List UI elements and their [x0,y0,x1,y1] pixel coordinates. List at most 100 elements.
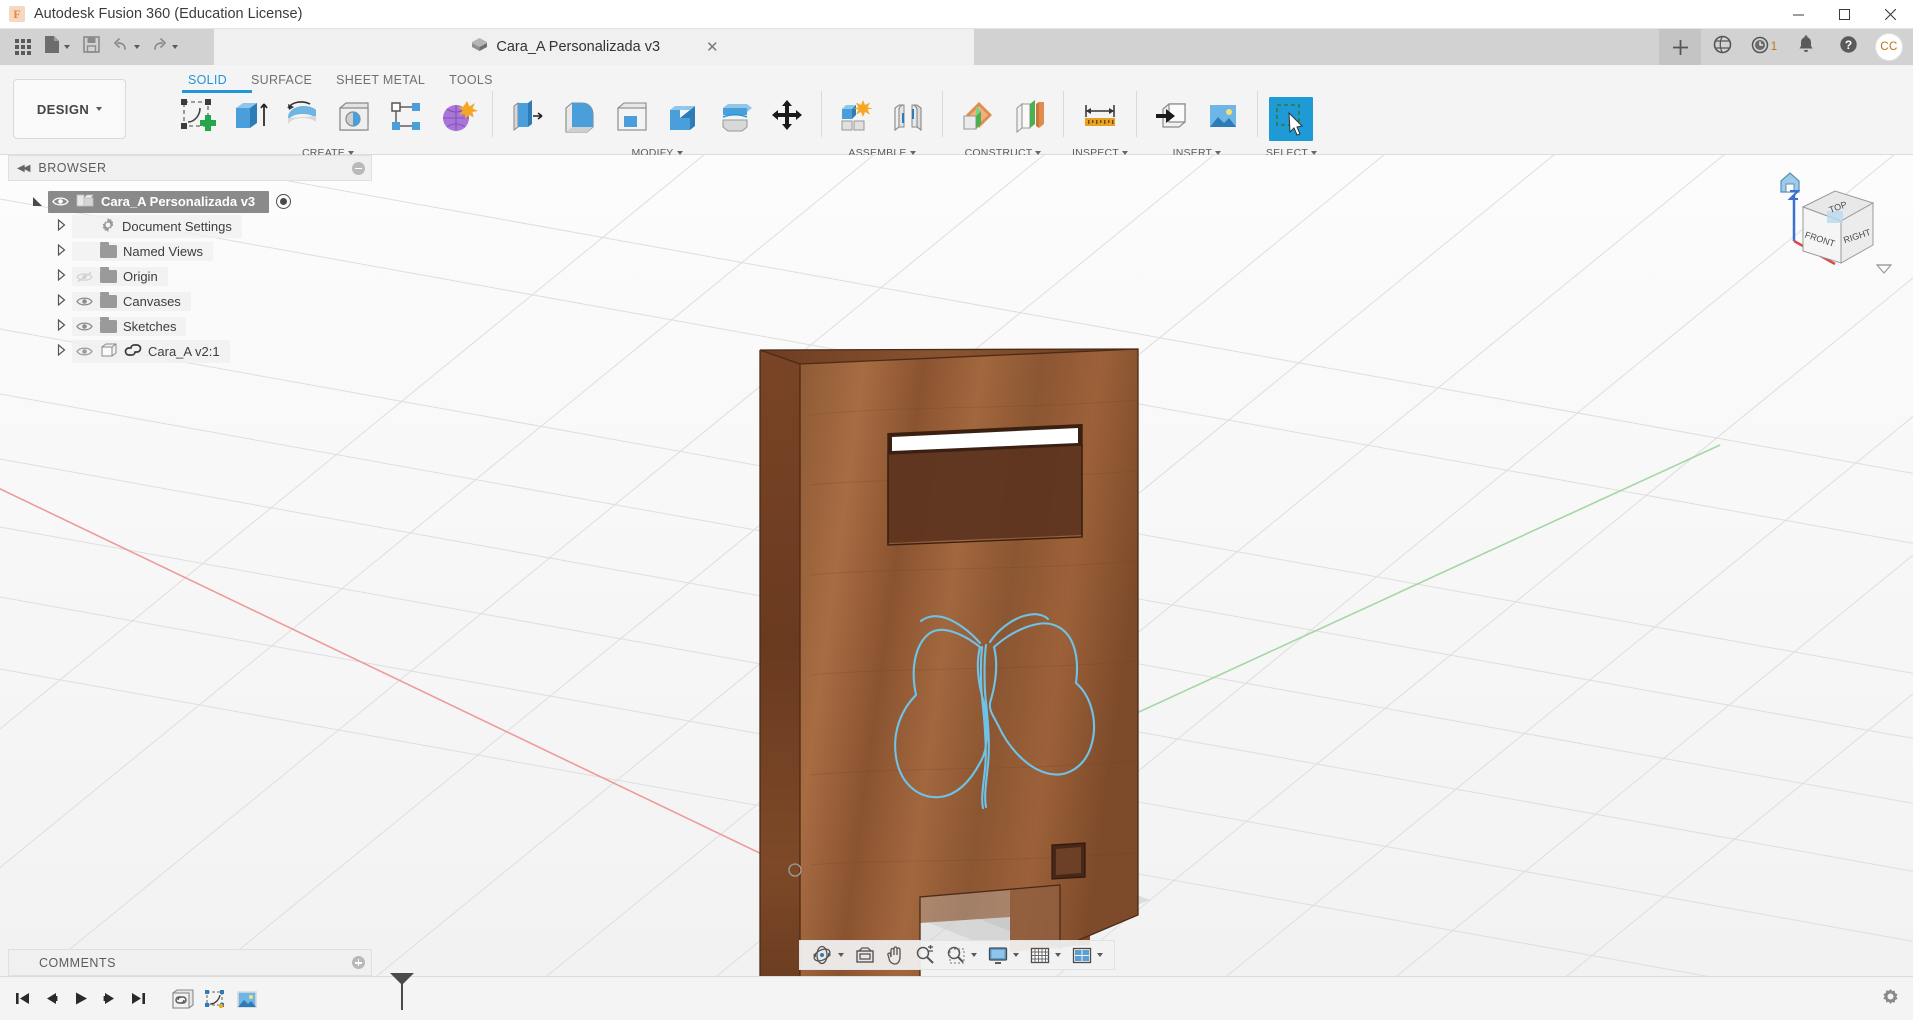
timeline-marker[interactable] [401,980,403,1010]
notifications-button[interactable] [1785,29,1827,65]
fusion-logo-icon [9,6,25,22]
tree-row-cara-a-body[interactable]: Cara_A v2:1 [8,339,380,364]
tree-item-label: Origin [123,269,158,284]
window-minimize-button[interactable] [1775,0,1821,29]
insert-derive-tool[interactable] [1145,91,1197,141]
new-component-tool[interactable] [830,91,882,141]
chevron-down-icon [1013,953,1019,957]
tree-row-named-views[interactable]: Named Views [8,239,380,264]
eye-visible-icon[interactable] [74,346,94,357]
twisty-closed-icon[interactable] [50,244,72,259]
window-close-button[interactable] [1867,0,1913,29]
tree-item-document-settings[interactable]: Document Settings [72,215,242,238]
timeline-feature-canvas[interactable] [233,986,261,1012]
workspace-selector[interactable]: DESIGN [13,79,126,139]
new-tab-button[interactable] [1659,29,1701,65]
tree-row-document-settings[interactable]: Document Settings [8,214,380,239]
workspace-label: DESIGN [37,102,89,117]
tree-row-component[interactable]: Cara_A Personalizada v3 [8,189,380,214]
eye-visible-icon[interactable] [74,296,94,307]
extrude-tool[interactable] [224,91,276,141]
display-settings-tool[interactable] [983,942,1024,968]
document-tab-close-button[interactable]: ✕ [706,38,719,56]
panel-select: SELECT [1264,91,1319,159]
new-document-button[interactable] [40,32,74,62]
tree-row-sketches[interactable]: Sketches [8,314,380,339]
fit-tool[interactable] [941,942,982,968]
timeline-feature-sketch[interactable] [201,986,229,1012]
job-status-button[interactable]: 1 [1743,29,1785,65]
timeline-settings-button[interactable] [1880,988,1901,1014]
measure-tool[interactable] [1074,91,1126,141]
eye-visible-icon[interactable] [50,196,70,207]
tab-tools[interactable]: TOOLS [437,71,505,89]
twisty-closed-icon[interactable] [50,219,72,234]
eye-visible-icon[interactable] [74,321,94,332]
redo-button[interactable] [146,32,182,62]
add-comment-icon[interactable] [352,956,365,969]
twisty-closed-icon[interactable] [50,294,72,309]
press-pull-tool[interactable] [501,91,553,141]
pan-tool[interactable] [881,942,909,968]
tree-item-cara-a-v2[interactable]: Cara_A v2:1 [72,340,230,363]
extensions-button[interactable] [1701,29,1743,65]
comments-panel[interactable]: COMMENTS [8,949,372,976]
fillet-tool[interactable] [553,91,605,141]
avatar[interactable]: CC [1875,33,1903,61]
tree-item-sketches[interactable]: Sketches [72,317,186,336]
revolve-tool[interactable] [276,91,328,141]
document-tab[interactable]: Cara_A Personalizada v3 ✕ [214,29,974,65]
minimize-icon[interactable] [352,162,365,175]
chevron-down-icon [172,45,178,49]
create-sketch-tool[interactable] [172,91,224,141]
undo-button[interactable] [108,32,144,62]
zoom-tool[interactable] [910,942,940,968]
twisty-closed-icon[interactable] [50,319,72,334]
activate-component-radio[interactable] [276,194,291,209]
chevron-down-icon [134,45,140,49]
tree-row-canvases[interactable]: Canvases [8,289,380,314]
look-at-tool[interactable] [850,942,880,968]
tab-solid[interactable]: SOLID [176,71,239,89]
help-button[interactable]: ? [1827,29,1869,65]
tree-item-canvases[interactable]: Canvases [72,292,191,311]
tree-item-origin[interactable]: Origin [72,267,168,286]
tree-row-origin[interactable]: Origin [8,264,380,289]
insert-canvas-tool[interactable] [1197,91,1249,141]
hole-tool[interactable] [328,91,380,141]
shell-tool[interactable] [605,91,657,141]
move-copy-tool[interactable] [761,91,813,141]
joint-tool[interactable] [882,91,934,141]
tab-surface[interactable]: SURFACE [239,71,324,89]
offset-plane-tool[interactable] [951,91,1003,141]
viewports-tool[interactable] [1067,942,1108,968]
collapse-left-icon[interactable]: ◀◀ [17,163,28,174]
app-grid-button[interactable] [8,32,38,62]
twisty-open-icon[interactable] [26,195,48,208]
tab-sheet-metal[interactable]: SHEET METAL [324,71,437,89]
eye-hidden-icon[interactable] [74,271,94,283]
timeline-step-forward[interactable] [96,984,122,1014]
select-tool[interactable] [1269,97,1313,141]
grid-snaps-tool[interactable] [1025,942,1066,968]
tree-item-named-views[interactable]: Named Views [72,242,213,261]
rib-tool[interactable] [380,91,432,141]
timeline-feature-link[interactable] [169,986,197,1012]
view-cube[interactable]: TOP FRONT RIGHT [1773,165,1893,280]
timeline-play[interactable] [67,984,93,1014]
panel-divider [942,91,943,137]
timeline-go-end[interactable] [125,984,151,1014]
timeline-go-start[interactable] [9,984,35,1014]
tree-item-cara-a-personalizada[interactable]: Cara_A Personalizada v3 [48,191,269,213]
twisty-closed-icon[interactable] [50,269,72,284]
offset-face-tool[interactable] [709,91,761,141]
window-maximize-button[interactable] [1821,0,1867,29]
quick-access-left-group [0,32,182,62]
twisty-closed-icon[interactable] [50,344,72,359]
timeline-step-back[interactable] [38,984,64,1014]
orbit-tool[interactable] [806,942,849,968]
combine-tool[interactable] [657,91,709,141]
create-form-tool[interactable] [432,91,484,141]
save-button[interactable] [76,32,106,62]
plane-through-tool[interactable] [1003,91,1055,141]
